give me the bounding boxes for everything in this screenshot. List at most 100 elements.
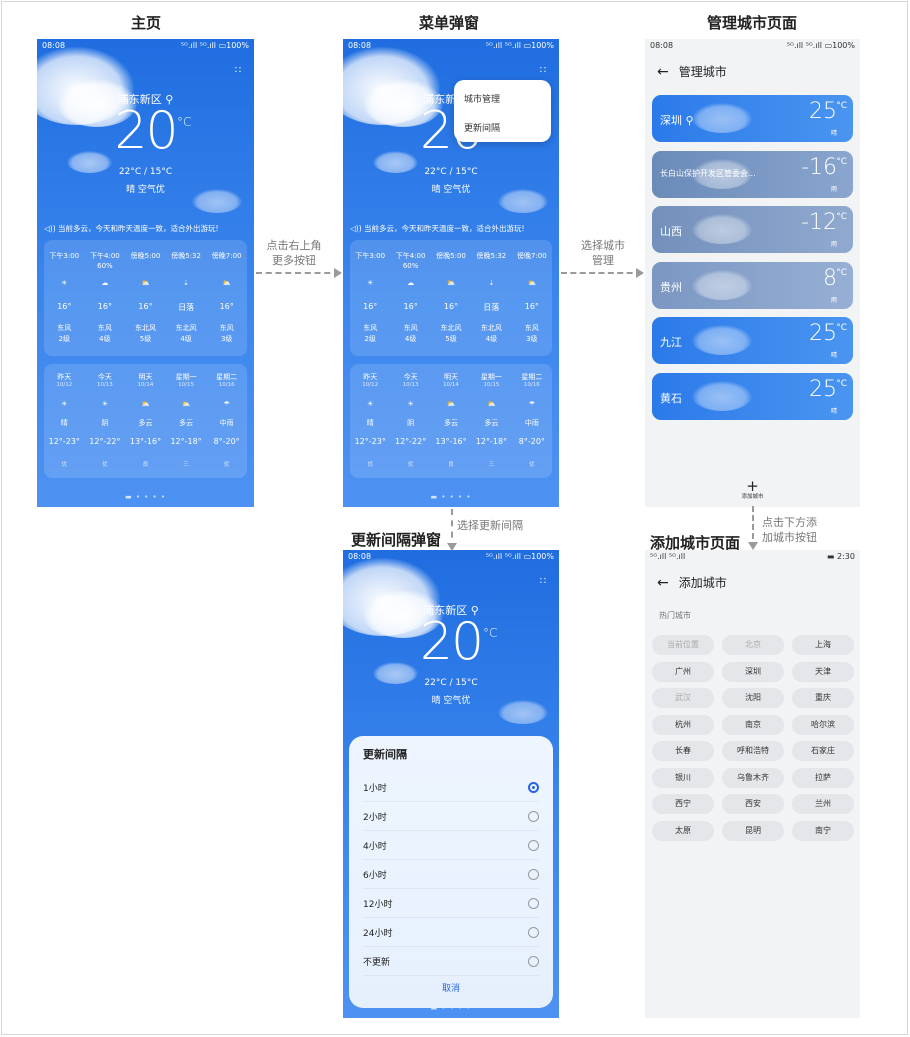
city-chip[interactable]: 上海 bbox=[792, 635, 854, 655]
interval-option[interactable]: 不更新 bbox=[363, 947, 539, 976]
radio-icon[interactable] bbox=[528, 781, 539, 793]
city-card[interactable]: 黄石 25 °C 晴 bbox=[652, 372, 853, 420]
day-name: 明天 bbox=[138, 373, 153, 381]
hour-temp: 16° bbox=[363, 302, 378, 311]
interval-option[interactable]: 12小时 bbox=[363, 889, 539, 918]
city-chip[interactable]: 北京 bbox=[722, 635, 784, 655]
city-chip[interactable]: 乌鲁木齐 bbox=[722, 767, 784, 788]
more-menu-icon[interactable]: ∷ bbox=[537, 576, 549, 588]
precip-prob bbox=[125, 262, 166, 270]
city-chip[interactable]: 昆明 bbox=[722, 820, 784, 841]
day-condition: 阴 bbox=[407, 419, 415, 427]
city-chip[interactable]: 广州 bbox=[652, 661, 714, 682]
back-arrow-icon[interactable]: ← bbox=[657, 64, 669, 80]
menu-item-update-interval[interactable]: 更新间隔 bbox=[454, 121, 500, 134]
city-chip[interactable]: 深圳 bbox=[722, 661, 784, 682]
menu-item-city-manage[interactable]: 城市管理 bbox=[454, 92, 500, 105]
day-date: 10/14 bbox=[137, 382, 154, 388]
radio-icon[interactable] bbox=[528, 955, 539, 967]
flow-arrow-3 bbox=[447, 509, 457, 551]
daily-days: 昨天 今天 明天 星期一 星期二 bbox=[44, 372, 247, 382]
status-bar: 08:08 ⁵ᴳ.ıll ⁵ᴳ.ıll ▭100% bbox=[37, 39, 254, 53]
weather-icon: ☀ bbox=[61, 400, 68, 408]
city-card-name: 山西 bbox=[660, 225, 682, 238]
city-chip[interactable]: 天津 bbox=[792, 661, 854, 682]
weather-icon: ☀ bbox=[61, 279, 68, 287]
day-date: 10/14 bbox=[443, 382, 459, 388]
temperature-unit: °C bbox=[483, 626, 498, 640]
weather-icon: ⛅ bbox=[527, 279, 537, 287]
city-chip[interactable]: 哈尔滨 bbox=[792, 714, 854, 735]
interval-option[interactable]: 4小时 bbox=[363, 831, 539, 860]
city-card-unit: °C bbox=[836, 267, 847, 278]
day-condition: 多云 bbox=[138, 419, 153, 427]
daily-conds: 晴 阴 多云 多云 中雨 bbox=[44, 418, 247, 428]
interval-option-label: 6小时 bbox=[363, 870, 387, 881]
city-chip[interactable]: 南京 bbox=[722, 714, 784, 735]
city-card-unit: °C bbox=[836, 101, 847, 111]
city-chip[interactable]: 南宁 bbox=[792, 820, 854, 841]
daily-dates: 10/12 10/13 10/14 10/15 10/16 bbox=[44, 382, 247, 388]
city-chip[interactable]: 呼和浩特 bbox=[722, 741, 784, 761]
temp-range: 22°C / 15°C bbox=[118, 167, 173, 177]
city-chip[interactable]: 兰州 bbox=[792, 794, 854, 814]
city-card[interactable]: 山西 -12 °C 雨 bbox=[652, 206, 853, 253]
city-card-desc: 晴 bbox=[830, 352, 837, 359]
day-range: 12°-18° bbox=[170, 437, 202, 446]
add-city-button[interactable]: + 添加城市 bbox=[645, 479, 860, 501]
weather-icon: ☀ bbox=[367, 279, 374, 287]
city-chip[interactable]: 太原 bbox=[652, 820, 714, 841]
more-menu-icon[interactable]: ∷ bbox=[537, 65, 549, 77]
hour-wind: 东北风 4级 bbox=[480, 324, 502, 343]
radio-icon[interactable] bbox=[528, 868, 539, 880]
hourly-card: 下午3:00 下午4:00 傍晚5:00 傍晚5:32 傍晚7:00 60% ☀ ☁ ⛅ ⇣ ⛅ 16… bbox=[44, 240, 247, 356]
city-card-unit: °C bbox=[836, 156, 847, 167]
city-chip[interactable]: 重庆 bbox=[792, 688, 854, 708]
city-chip[interactable]: 长春 bbox=[652, 741, 714, 761]
radio-icon[interactable] bbox=[528, 897, 539, 909]
interval-option[interactable]: 1小时 bbox=[363, 773, 539, 802]
daily-ranges: 12°-23° 12°-22° 13°-16° 12°-18° 8°-20° bbox=[44, 437, 247, 446]
daily-card: 昨天 今天 明天 星期一 星期二 10/12 10/13 10/14 10/15 10/16 ☀ ☀ ⛅… bbox=[44, 364, 247, 478]
more-menu-icon[interactable]: ∷ bbox=[232, 65, 244, 77]
daily-icons: ☀ ☀ ⛅ ⛅ ☂ bbox=[44, 397, 247, 411]
radio-icon[interactable] bbox=[528, 839, 539, 851]
city-chip[interactable]: 西宁 bbox=[652, 794, 714, 814]
back-arrow-icon[interactable]: ← bbox=[657, 575, 669, 591]
hour-wind: 东北风 5级 bbox=[134, 324, 156, 343]
hour-time: 傍晚5:00 bbox=[130, 252, 161, 260]
interval-option[interactable]: 6小时 bbox=[363, 860, 539, 889]
day-aqi: 优 bbox=[529, 462, 535, 468]
day-range: 13°-16° bbox=[129, 437, 162, 446]
precip-prob bbox=[206, 262, 247, 270]
daily-aqi: 优优良三优 bbox=[44, 460, 247, 468]
radio-icon[interactable] bbox=[528, 810, 539, 822]
city-chip[interactable]: 西安 bbox=[722, 794, 784, 814]
city-chip[interactable]: 石家庄 bbox=[792, 741, 854, 761]
city-card[interactable]: 长白山保护开发区管委会... -16 °C 雨 bbox=[652, 150, 853, 198]
city-card-name: 九江 bbox=[660, 336, 682, 349]
city-chip[interactable]: 杭州 bbox=[652, 714, 714, 735]
interval-option[interactable]: 24小时 bbox=[363, 918, 539, 947]
city-chip[interactable]: 沈阳 bbox=[722, 688, 784, 708]
flow-arrow-2 bbox=[561, 268, 644, 278]
city-chip[interactable]: 拉萨 bbox=[792, 767, 854, 788]
city-chip[interactable]: 武汉 bbox=[652, 688, 714, 708]
section-title-menu: 菜单弹窗 bbox=[418, 14, 479, 32]
radio-icon[interactable] bbox=[528, 926, 539, 938]
day-name: 昨天 bbox=[363, 373, 378, 381]
popup-menu: 城市管理 更新间隔 bbox=[454, 80, 551, 142]
city-card[interactable]: 深圳 ⚲ 25 °C 晴 bbox=[652, 95, 853, 142]
city-card[interactable]: 贵州 8 °C 雨 bbox=[652, 261, 853, 309]
day-date: 10/16 bbox=[523, 382, 540, 388]
city-chip[interactable]: 银川 bbox=[652, 767, 714, 788]
day-name: 今天 bbox=[403, 373, 418, 381]
cancel-button[interactable]: 取消 bbox=[349, 981, 553, 994]
interval-option[interactable]: 2小时 bbox=[363, 802, 539, 831]
status-signal: ⁵ᴳ.ıll ⁵ᴳ.ıll ▭100% bbox=[485, 41, 554, 50]
hour-time: 傍晚7:00 bbox=[516, 252, 547, 260]
daily-dates: 10/12 10/13 10/14 10/15 10/16 bbox=[350, 382, 552, 388]
city-card[interactable]: 九江 25 °C 晴 bbox=[652, 317, 853, 364]
day-date: 10/13 bbox=[402, 382, 419, 388]
city-chip[interactable]: 当前位置 bbox=[652, 635, 714, 655]
